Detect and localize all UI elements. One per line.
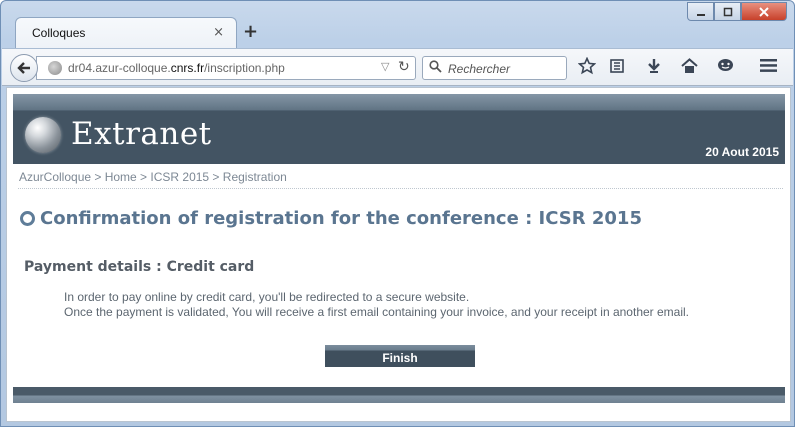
globe-icon xyxy=(48,61,62,75)
header-date: 20 Aout 2015 xyxy=(705,145,779,159)
tab-bar: Colloques × + xyxy=(1,1,794,49)
search-icon xyxy=(429,60,442,77)
address-bar[interactable]: dr04.azur-colloque.cnrs.fr/inscription.p… xyxy=(36,56,416,80)
reading-list-icon[interactable] xyxy=(609,58,625,78)
payment-line-1: In order to pay online by credit card, y… xyxy=(64,290,470,304)
header-stripe xyxy=(13,94,785,110)
payment-instructions: In order to pay online by credit card, y… xyxy=(64,290,744,320)
finish-button[interactable]: Finish xyxy=(325,345,475,367)
browser-window: Colloques × + dr04.azur-colloque.cnrs.fr… xyxy=(0,0,795,427)
payment-line-2: Once the payment is validated, You will … xyxy=(64,305,690,319)
bullet-circle-icon xyxy=(20,211,35,226)
bookmark-star-icon[interactable] xyxy=(577,56,597,79)
window-controls xyxy=(687,2,787,22)
breadcrumb[interactable]: AzurColloque > Home > ICSR 2015 > Regist… xyxy=(19,170,287,184)
search-input[interactable]: Rechercher xyxy=(422,56,567,80)
reload-icon[interactable]: ↻ xyxy=(398,59,410,75)
tab-colloques[interactable]: Colloques × xyxy=(15,17,237,49)
chat-icon[interactable] xyxy=(717,58,734,78)
navigation-bar: dr04.azur-colloque.cnrs.fr/inscription.p… xyxy=(2,48,793,86)
maximize-icon[interactable] xyxy=(714,2,741,21)
page-heading: Confirmation of registration for the con… xyxy=(20,208,642,229)
tab-close-icon[interactable]: × xyxy=(213,25,224,40)
breadcrumb-divider xyxy=(18,188,783,189)
download-icon[interactable] xyxy=(646,58,662,78)
logo-globe-icon xyxy=(25,117,61,153)
site-header: Extranet 20 Aout 2015 xyxy=(13,94,785,164)
home-icon[interactable] xyxy=(681,58,698,78)
tab-title: Colloques xyxy=(32,26,86,40)
site-footer-bar xyxy=(13,387,785,403)
payment-title: Payment details : Credit card xyxy=(24,259,255,275)
page-viewport: Extranet 20 Aout 2015 AzurColloque > Hom… xyxy=(6,87,791,422)
menu-icon[interactable] xyxy=(760,58,777,77)
site-logo-text: Extranet xyxy=(71,116,212,152)
new-tab-icon[interactable]: + xyxy=(243,21,258,42)
back-icon[interactable] xyxy=(10,54,38,82)
url-text[interactable]: dr04.azur-colloque.cnrs.fr/inscription.p… xyxy=(68,61,285,75)
minimize-icon[interactable] xyxy=(687,2,714,21)
dropdown-icon[interactable]: ▽ xyxy=(381,60,389,73)
page-title: Confirmation of registration for the con… xyxy=(40,208,642,229)
search-placeholder: Rechercher xyxy=(448,62,511,76)
close-icon[interactable] xyxy=(741,2,787,21)
